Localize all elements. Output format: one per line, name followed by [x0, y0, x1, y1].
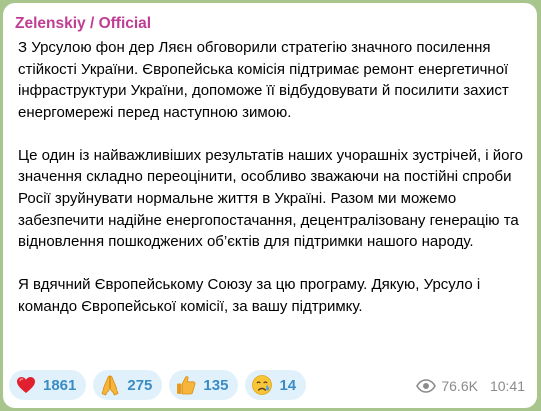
message-paragraph: Я вдячний Європейському Союзу за цю прог… [18, 276, 481, 315]
reaction-count: 1861 [43, 376, 77, 394]
message-footer: 1861 275 135 14 76.6K 10:41 [3, 370, 537, 402]
reaction-pray[interactable]: 275 [93, 370, 163, 400]
reaction-count: 14 [279, 376, 297, 394]
folded-hands-icon [99, 374, 121, 396]
reaction-count: 135 [203, 376, 229, 394]
eye-icon [416, 379, 437, 393]
red-heart-icon [15, 374, 37, 396]
view-count: 76.6K [441, 378, 478, 394]
reaction-count: 275 [127, 376, 153, 394]
message-meta: 76.6K 10:41 [416, 378, 525, 394]
message-paragraph: Це один із найважливіших результатів наш… [18, 146, 523, 251]
message-time: 10:41 [489, 378, 525, 394]
channel-name[interactable]: Zelenskiy / Official [15, 14, 523, 33]
message-paragraph: З Урсулою фон дер Ляєн обговорили страте… [18, 39, 509, 121]
reaction-cry[interactable]: 14 [245, 370, 307, 400]
reaction-thumbs-up[interactable]: 135 [169, 370, 239, 400]
message-bubble: Zelenskiy / Official З Урсулою фон дер Л… [3, 3, 537, 408]
crying-face-icon [251, 374, 273, 396]
reaction-heart[interactable]: 1861 [9, 370, 87, 400]
reactions-bar: 1861 275 135 14 [9, 370, 307, 400]
thumbs-up-icon [175, 374, 197, 396]
